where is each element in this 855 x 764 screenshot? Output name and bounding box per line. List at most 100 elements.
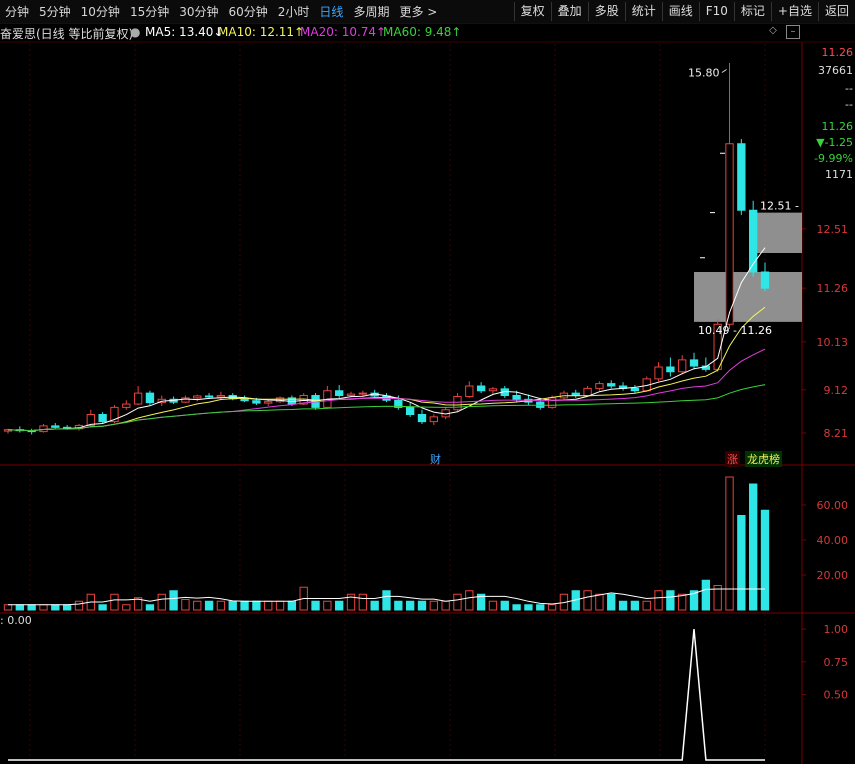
candle-body: [98, 414, 107, 423]
candle-body: [583, 387, 592, 396]
ma5-line: [7, 247, 766, 432]
volume-bar: [417, 600, 427, 611]
volume-bar: [536, 604, 545, 611]
volume-bar: [193, 600, 202, 611]
candle-body: [193, 395, 202, 399]
volume-bar: [760, 509, 770, 611]
volume-bar: [465, 590, 474, 611]
price-axis-label: 10.13: [817, 336, 849, 349]
ma60-line: [7, 384, 766, 432]
volume-bar: [500, 600, 509, 611]
volume-bar: [74, 600, 84, 611]
volume-bar: [512, 604, 521, 611]
volume-bar: [62, 604, 72, 611]
volume-bar: [3, 604, 13, 611]
volume-bar: [122, 604, 131, 611]
volume-bar: [749, 483, 758, 611]
candle-body: [547, 397, 557, 408]
candle-body: [749, 209, 758, 273]
zone-top-label: 12.51 -: [760, 200, 799, 213]
candle-body: [536, 401, 545, 408]
volume-bar: [157, 593, 166, 611]
candle-body: [405, 406, 415, 415]
volume-bar: [488, 600, 498, 611]
candle-body: [607, 383, 616, 387]
dragon-tiger-marker[interactable]: 龙虎榜: [745, 451, 782, 467]
volume-bar: [252, 600, 261, 611]
indicator-axis-label: 0.50: [824, 689, 849, 702]
price-axis-label: 9.12: [824, 384, 849, 397]
candle-body: [465, 385, 474, 397]
candle-body: [689, 359, 699, 367]
volume-bar: [429, 600, 438, 611]
high-label: 15.80: [688, 67, 720, 80]
zone-bottom-label: 10.49 - 11.26: [698, 324, 772, 337]
volume-bar: [39, 604, 48, 611]
volume-bar: [524, 604, 533, 611]
volume-bar: [701, 579, 711, 611]
volume-bar: [654, 590, 663, 611]
indicator-line: [8, 629, 765, 761]
volume-bar: [405, 600, 415, 611]
volume-axis-label: 60.00: [817, 499, 849, 512]
candle-body: [512, 395, 521, 400]
candle-body: [725, 143, 734, 325]
volume-bar: [240, 600, 249, 611]
price-axis-label: 11.26: [817, 282, 849, 295]
candle-body: [476, 385, 486, 392]
candle-body: [358, 392, 368, 395]
finance-marker[interactable]: 财: [430, 451, 441, 467]
quote-dash-2: --: [845, 98, 853, 111]
candle-body: [204, 395, 214, 398]
volume-bar: [27, 604, 36, 611]
volume-bar: [287, 600, 297, 611]
price-axis-label: 8.21: [824, 427, 849, 440]
candle-body: [488, 388, 498, 392]
ma10-line: [7, 306, 766, 432]
resistance-zone: [757, 212, 802, 253]
volume-bar: [678, 593, 687, 611]
volume-bar: [15, 604, 24, 611]
limit-up-marker[interactable]: 涨: [725, 451, 740, 467]
volume-bar: [642, 600, 651, 611]
candle-body: [678, 359, 687, 373]
high-arrow: [721, 69, 727, 73]
volume-bar: [595, 593, 604, 611]
price-axis-label: 12.51: [817, 223, 849, 236]
volume-bar: [311, 600, 320, 611]
volume-bar: [441, 600, 450, 611]
volume-bar: [51, 604, 60, 611]
candle-body: [264, 401, 273, 404]
volume-bar: [98, 604, 107, 611]
quote-price: 11.26: [821, 46, 854, 59]
candle-body: [630, 387, 640, 392]
candle-body: [429, 416, 438, 423]
volume-bar: [725, 476, 734, 611]
volume-bar: [394, 600, 403, 611]
volume-bar: [264, 600, 273, 611]
volume-bar: [630, 600, 640, 611]
quote-volume: 37661: [818, 64, 853, 77]
volume-bar: [228, 600, 237, 611]
indicator-axis-label: 1.00: [824, 623, 849, 636]
indicator-value: : 0.00: [0, 614, 32, 627]
volume-bar: [618, 600, 628, 611]
quote-last: 11.26: [821, 120, 854, 133]
quote-panel: 11.26 37661 -- -- 11.26 ▼-1.25 -9.99% 11…: [803, 42, 855, 182]
candle-body: [145, 392, 155, 404]
volume-axis-label: 20.00: [817, 569, 849, 582]
candle-body: [760, 271, 770, 289]
chart-area[interactable]: 12.51 11.26 10.13 9.12 8.21 15.80 12.51 - 10.49…: [0, 0, 855, 764]
candle-body: [666, 366, 675, 373]
candle-body: [346, 393, 356, 397]
candle-body: [335, 390, 344, 396]
candle-body: [51, 425, 60, 428]
candle-body: [240, 398, 249, 402]
quote-change-pct: -9.99%: [814, 152, 853, 165]
candle-body: [122, 403, 131, 408]
volume-bar: [607, 593, 616, 611]
volume-bar: [666, 590, 675, 611]
candle-body: [133, 392, 143, 405]
volume-bar: [275, 600, 285, 611]
volume-bar: [737, 515, 746, 611]
